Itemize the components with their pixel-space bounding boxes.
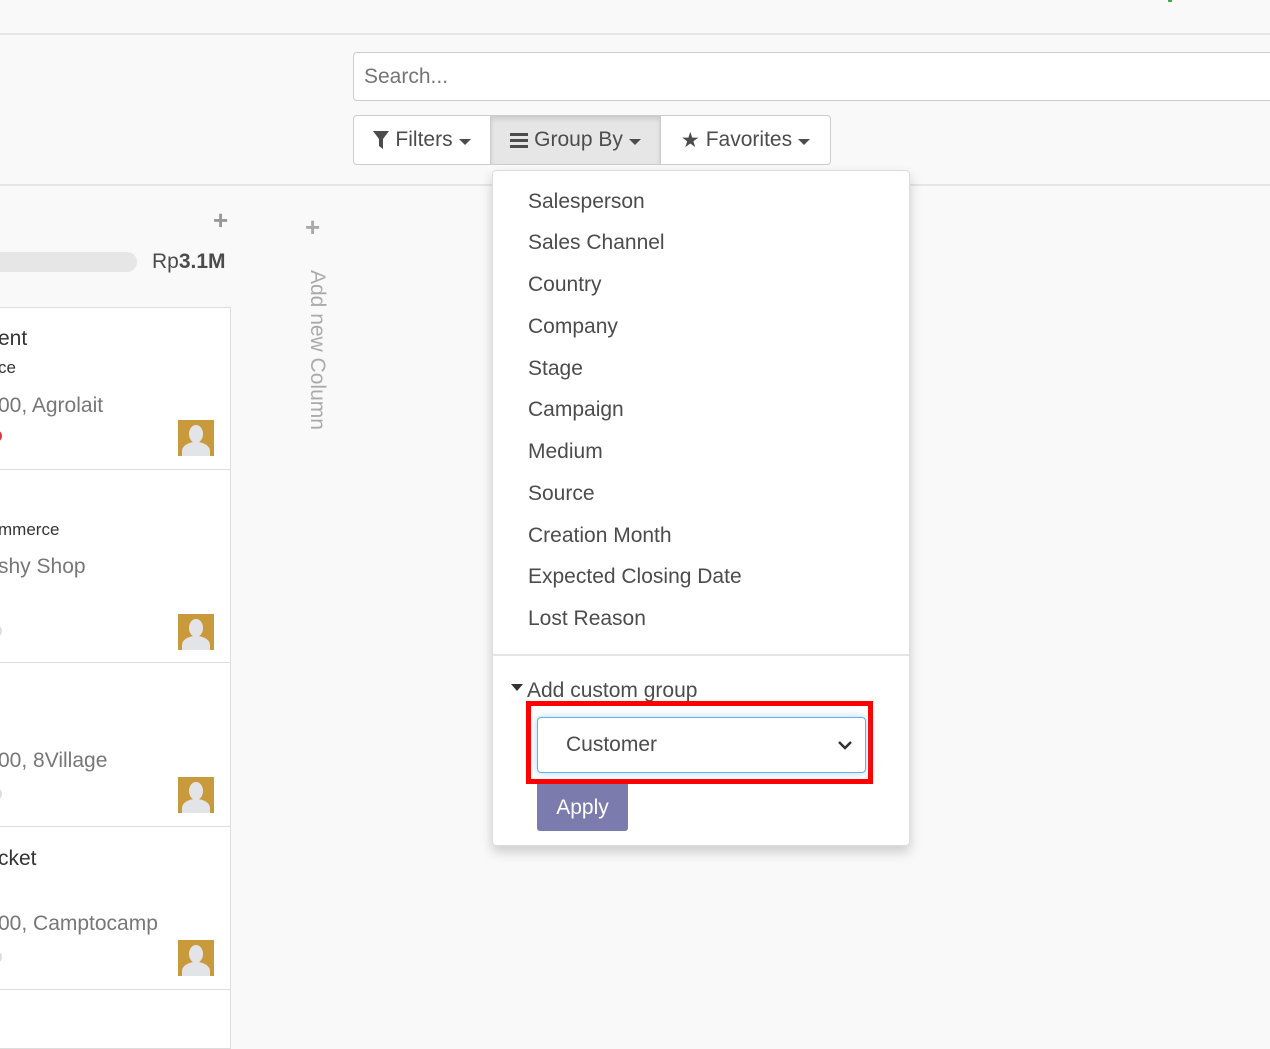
star-icon: ★ — [680, 128, 700, 152]
kanban-card[interactable]: cket 00, Camptocamp — [0, 826, 231, 990]
card-tag: ce — [0, 358, 16, 377]
column-total: Rp3.1M — [152, 250, 226, 274]
kanban-card[interactable]: 00, 8Village — [0, 662, 231, 827]
group-by-dropdown: Salesperson Sales Channel Country Compan… — [492, 170, 910, 846]
total-value: 3.1M — [178, 250, 226, 273]
kanban-card[interactable]: ent ce 00, Agrolait — [0, 307, 231, 470]
search-input[interactable] — [353, 52, 1270, 101]
avatar — [178, 420, 214, 456]
group-by-campaign[interactable]: Campaign — [528, 398, 624, 422]
custom-group-select[interactable]: Customer — [537, 717, 866, 773]
priority-dot[interactable] — [0, 625, 2, 637]
group-by-stage[interactable]: Stage — [528, 357, 583, 381]
group-by-lost-reason[interactable]: Lost Reason — [528, 607, 646, 631]
bars-icon — [510, 133, 529, 148]
caret-down-icon — [511, 683, 523, 691]
card-title: cket — [0, 847, 37, 870]
group-by-country[interactable]: Country — [528, 273, 602, 297]
card-title: ent — [0, 327, 28, 350]
card-subtitle: shy Shop — [0, 555, 86, 578]
kanban-card[interactable]: mmerce shy Shop — [0, 469, 231, 663]
group-by-button[interactable]: Group By — [490, 115, 661, 165]
status-indicator — [1168, 0, 1172, 2]
group-by-medium[interactable]: Medium — [528, 440, 603, 464]
caret-down-icon — [458, 139, 471, 145]
caret-down-icon — [628, 139, 641, 145]
add-column-plus-icon[interactable]: + — [305, 212, 320, 243]
filters-button[interactable]: Filters — [353, 115, 491, 165]
group-by-source[interactable]: Source — [528, 482, 595, 506]
add-new-column[interactable]: Add new Column — [305, 270, 329, 430]
add-custom-group-toggle[interactable]: Add custom group — [511, 679, 697, 703]
card-subtitle: 00, Camptocamp — [0, 912, 158, 935]
filter-icon — [373, 131, 390, 149]
top-divider — [0, 33, 1270, 35]
group-by-creation-month[interactable]: Creation Month — [528, 524, 672, 548]
card-tag: mmerce — [0, 520, 60, 539]
priority-dot[interactable] — [0, 430, 2, 442]
chevron-down-icon — [838, 741, 852, 750]
priority-dot[interactable] — [0, 788, 2, 800]
avatar — [178, 614, 214, 650]
caret-down-icon — [798, 139, 811, 145]
group-by-sales-channel[interactable]: Sales Channel — [528, 231, 665, 255]
custom-group-selected: Customer — [566, 733, 658, 756]
group-by-label: Group By — [534, 128, 623, 151]
filters-label: Filters — [395, 128, 453, 151]
quick-create-plus-icon[interactable]: + — [213, 205, 228, 236]
add-custom-group-label: Add custom group — [527, 679, 698, 702]
apply-button[interactable]: Apply — [537, 784, 628, 831]
dropdown-divider — [493, 654, 909, 656]
avatar — [178, 777, 214, 813]
favorites-label: Favorites — [705, 128, 793, 151]
group-by-salesperson[interactable]: Salesperson — [528, 190, 645, 214]
group-by-expected-closing-date[interactable]: Expected Closing Date — [528, 565, 742, 589]
priority-dot[interactable] — [0, 951, 2, 963]
card-subtitle: 00, 8Village — [0, 749, 108, 772]
card-subtitle: 00, Agrolait — [0, 394, 104, 417]
column-progress-bar[interactable] — [0, 252, 137, 272]
group-by-company[interactable]: Company — [528, 315, 618, 339]
kanban-card[interactable] — [0, 989, 231, 1049]
currency-prefix: Rp — [152, 250, 179, 273]
favorites-button[interactable]: ★ Favorites — [660, 115, 831, 165]
avatar — [178, 940, 214, 976]
